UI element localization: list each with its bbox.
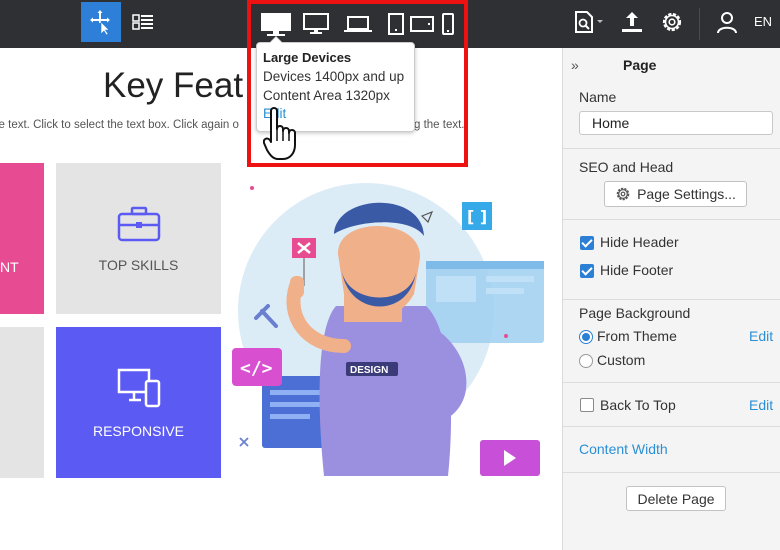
layers-icon [132,14,153,30]
from-theme-label: From Theme [597,328,677,344]
hide-footer-label: Hide Footer [600,262,674,278]
layers-button[interactable] [126,2,160,42]
language-selector[interactable]: EN [754,14,772,29]
toolbar-separator [699,8,700,40]
back-to-top-checkbox[interactable] [580,398,594,412]
custom-radio[interactable] [579,354,593,368]
content-width-link[interactable]: Content Width [579,441,668,457]
feature-card-top-skills[interactable]: TOP SKILLS [56,163,221,314]
page-file-icon [575,11,603,33]
hand-pointer-icon [263,107,296,160]
page-menu-button[interactable] [570,2,608,42]
from-theme-radio[interactable] [579,330,593,344]
background-section: Page Background From Theme Edit Custom [563,300,780,383]
visibility-section: Hide Header Hide Footer [563,220,780,300]
illustration-badge: DESIGN [350,365,388,376]
background-edit-link[interactable]: Edit [749,328,773,344]
delete-page-button[interactable]: Delete Page [626,486,726,511]
page-settings-label: Page Settings... [637,186,736,202]
feature-card-pink[interactable]: NT [0,163,44,314]
svg-text:[ ]: [ ] [467,207,487,226]
export-icon [622,12,642,32]
gear-icon [662,12,682,32]
seo-label: SEO and Head [579,159,674,175]
card-label: RESPONSIVE [92,422,185,439]
sample-text-left[interactable]: le text. Click to select the text box. C… [0,119,239,131]
back-to-top-label: Back To Top [600,397,676,413]
back-to-top-edit-link[interactable]: Edit [749,397,773,413]
svg-text:</>: </> [240,358,273,379]
card-label: TOP SKILLS [98,256,179,273]
designer-illustration[interactable]: </> [ ] DESIGN [226,176,556,476]
page-settings-panel: » Page Name SEO and Head Page Settings..… [562,48,780,550]
name-section: Name [563,48,780,149]
name-label: Name [579,89,617,105]
hide-header-checkbox[interactable] [580,236,594,250]
page-settings-button[interactable]: Page Settings... [604,181,747,207]
briefcase-icon [117,206,160,241]
page-heading[interactable]: Key Feat [103,66,243,106]
hide-footer-checkbox[interactable] [580,264,594,278]
user-account-button[interactable] [708,2,746,42]
custom-label: Custom [597,352,646,368]
move-select-button[interactable] [81,2,121,42]
user-icon [717,12,737,34]
feature-card-gray[interactable] [0,327,44,478]
card-label: NT [0,259,19,275]
content-width-section: Content Width [563,427,780,473]
move-select-icon [90,10,110,35]
feature-card-responsive[interactable]: RESPONSIVE [56,327,221,478]
settings-button[interactable] [654,2,690,42]
background-label: Page Background [579,305,691,321]
gear-icon [616,187,630,201]
hide-header-label: Hide Header [600,234,679,250]
export-button[interactable] [614,2,650,42]
page-name-input[interactable] [579,111,773,135]
devices-icon [117,368,160,407]
back-to-top-section: Back To Top Edit [563,383,780,427]
